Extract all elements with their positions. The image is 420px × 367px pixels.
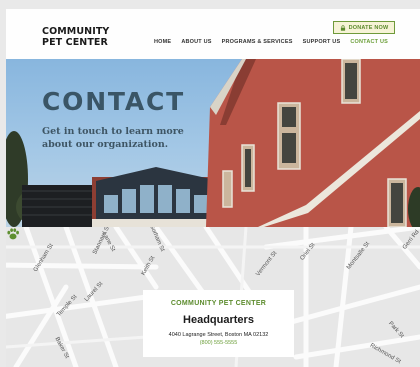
nav-contact-us[interactable]: CONTACT US [350, 39, 388, 45]
card-phone-link[interactable]: (800) 555-5555 [143, 340, 294, 346]
card-title: Headquarters [183, 314, 254, 326]
site-header: COMMUNITY PET CENTER DONATE NOW HOME ABO… [6, 9, 420, 59]
paw-marker-icon[interactable] [6, 227, 20, 241]
logo-line-1: COMMUNITY [42, 26, 110, 37]
site-logo[interactable]: COMMUNITY PET CENTER [42, 26, 109, 48]
location-card: COMMUNITY PET CENTER Headquarters 4040 L… [143, 290, 294, 357]
lock-icon [340, 24, 345, 31]
location-map[interactable]: Glenham St Stannard St Laurel St Temple … [6, 227, 420, 367]
donate-label: DONATE NOW [348, 24, 389, 31]
card-address: 4040 Lagrange Street, Boston MA 02132 [168, 332, 269, 338]
nav-support-us[interactable]: SUPPORT US [303, 39, 341, 45]
card-organization: COMMUNITY PET CENTER [170, 300, 267, 307]
nav-programs-services[interactable]: PROGRAMS & SERVICES [222, 39, 293, 45]
nav-home[interactable]: HOME [154, 39, 171, 45]
main-nav: HOME ABOUT US PROGRAMS & SERVICES SUPPOR… [154, 39, 398, 45]
hero-banner: CONTACT Get in touch to learn more about… [6, 59, 420, 227]
page-subtitle: Get in touch to learn more about our org… [42, 126, 184, 150]
nav-about-us[interactable]: ABOUT US [181, 39, 211, 45]
logo-line-2: PET CENTER [42, 37, 108, 48]
page-title: CONTACT [42, 87, 185, 116]
donate-button[interactable]: DONATE NOW [333, 21, 395, 34]
